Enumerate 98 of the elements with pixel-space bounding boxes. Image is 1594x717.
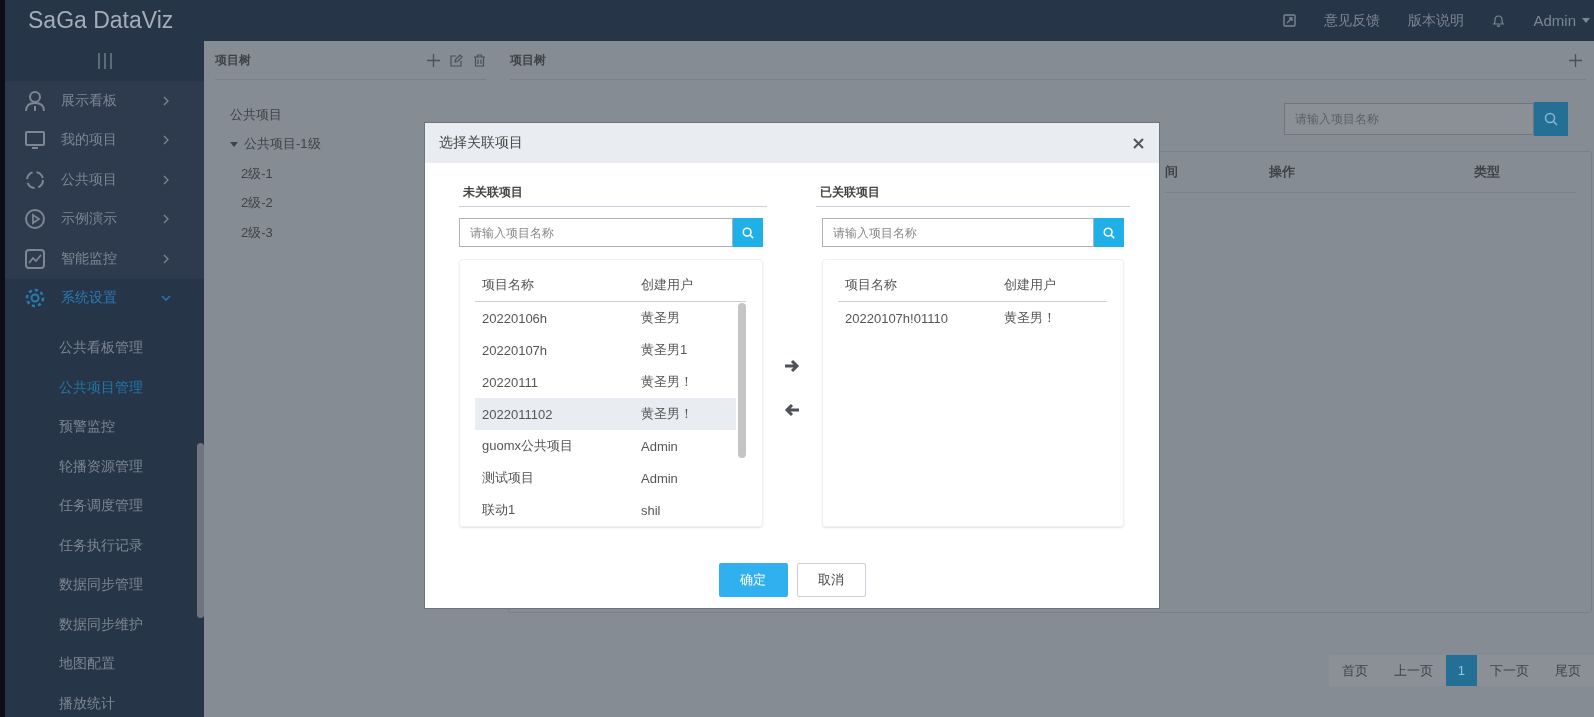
table-row[interactable]: 测试项目 Admin [475,462,736,494]
ring-icon [24,168,46,191]
submenu-item[interactable]: 预警监控 [5,407,195,447]
submenu-item[interactable]: 数据同步维护 [5,604,195,644]
submenu-item[interactable]: 地图配置 [5,644,195,684]
app-logo: SaGa DataViz [28,7,174,34]
table-cell: shil [641,502,661,518]
arrow-right-icon[interactable] [783,359,800,373]
table-cell: Admin [641,438,678,454]
table-cell: 黄圣男 [641,309,680,327]
edit-icon[interactable] [450,53,463,67]
confirm-button[interactable]: 确定 [718,563,788,597]
page-button[interactable]: 1 [1445,655,1477,686]
tree-item[interactable]: 2级-3 [241,223,273,242]
chevron-icon [161,253,171,264]
settings-icon [24,287,46,310]
column-header: 类型 [1474,163,1500,181]
table-row[interactable]: 20220107h!01110 黄圣男！ [838,302,1097,334]
search-icon [742,226,754,239]
submenu-item[interactable]: 公共看板管理 [5,328,195,368]
submenu-item[interactable]: 轮播资源管理 [5,446,195,486]
table-cell: 黄圣男1 [641,341,688,359]
table-cell-text: 测试项目 [482,469,535,487]
play-icon [24,208,46,231]
add-icon[interactable] [1569,53,1582,67]
search-field[interactable]: 请输入项目名称 [459,218,733,247]
bell-icon[interactable] [1492,13,1506,28]
header-link[interactable]: 版本说明 [1408,11,1465,30]
table-row[interactable]: 20220111 黄圣男！ [475,366,736,398]
submenu-item[interactable]: 数据同步管理 [5,565,195,605]
scrollbar[interactable] [197,443,204,618]
table-row[interactable]: 20220107h 黄圣男1 [475,334,736,366]
column-header: 项目名称 [482,275,535,294]
monitor-icon [24,129,46,152]
column-header: 操作 [1269,163,1296,181]
table-cell-text: guomx公共项目 [482,437,575,455]
table-cell: 黄圣男！ [1004,309,1056,327]
page-button[interactable]: 首页 [1328,655,1381,686]
submenu-item[interactable]: 播放统计 [5,683,195,717]
search-icon [1544,112,1558,126]
tree-item[interactable]: 2级-2 [241,194,273,213]
table-cell-text: 2022011102 [482,406,554,422]
search-button[interactable] [1094,218,1124,247]
submenu-item[interactable]: 任务执行记录 [5,525,195,565]
table-cell: Admin [641,470,678,486]
caret-icon[interactable] [230,140,238,149]
table-row[interactable]: 联动1 shil [475,494,736,526]
tree-item[interactable]: 2级-1 [241,164,273,183]
arrow-left-icon[interactable] [783,403,800,417]
menu-item[interactable]: 展示看板 [5,81,204,121]
section-title: 未关联项目 [459,184,767,207]
page-button[interactable]: 尾页 [1542,655,1594,686]
section-title: 已关联项目 [816,184,1130,207]
search-field[interactable]: 请输入项目名称 [822,218,1094,247]
close-icon[interactable] [1133,137,1144,149]
column-header: 间 [1165,163,1179,181]
chevron-icon [161,214,171,225]
column-header: 创建用户 [1004,275,1056,294]
chevron-icon [161,174,171,185]
table-cell: 黄圣男！ [641,373,693,391]
scrollbar[interactable] [738,303,746,458]
panel-title: 项目树 [510,51,546,69]
menu-item[interactable]: 示例演示 [5,199,204,239]
submenu-item[interactable]: 任务调度管理 [5,486,195,526]
user-menu[interactable]: Admin [1533,12,1594,29]
menu-item[interactable]: 我的项目 [5,120,204,160]
search-button[interactable] [1534,102,1568,136]
table-cell-text: 20220107h!01110 [845,310,949,326]
chart-icon [24,247,46,270]
person-icon [24,89,46,112]
column-header: 项目名称 [845,275,898,294]
table-row[interactable]: 2022011102 黄圣男！ [475,398,736,430]
chevron-icon [161,95,171,106]
delete-icon[interactable] [473,53,486,67]
panel-title: 项目树 [215,51,251,69]
add-icon[interactable] [427,53,440,67]
cancel-button[interactable]: 取消 [796,563,866,597]
table-row[interactable]: 20220106h 黄圣男 [475,302,736,334]
table-cell-text: 20220111 [482,374,539,390]
menu-icon[interactable] [95,52,114,70]
search-button[interactable] [733,218,763,247]
dialog-title: 选择关联项目 [439,134,523,152]
caret-icon [1582,18,1590,23]
table-cell-text: 联动1 [482,501,517,519]
menu-item[interactable]: 智能监控 [5,239,204,279]
search-icon [1103,226,1115,239]
tree-item[interactable]: 公共项目 [230,105,282,124]
table-cell-text: 20220107h [482,342,549,358]
table-cell-text: 20220106h [482,310,549,326]
column-header: 创建用户 [641,275,693,294]
chevron-icon [161,135,171,146]
submenu-item[interactable]: 公共项目管理 [5,367,195,407]
table-row[interactable]: guomx公共项目 Admin [475,430,736,462]
table-cell: 黄圣男！ [641,405,693,423]
fullscreen-icon[interactable] [1283,14,1297,27]
menu-item[interactable]: 公共项目 [5,160,204,200]
header-link[interactable]: 意见反馈 [1324,11,1381,30]
tree-item[interactable]: 公共项目-1级 [244,135,321,154]
